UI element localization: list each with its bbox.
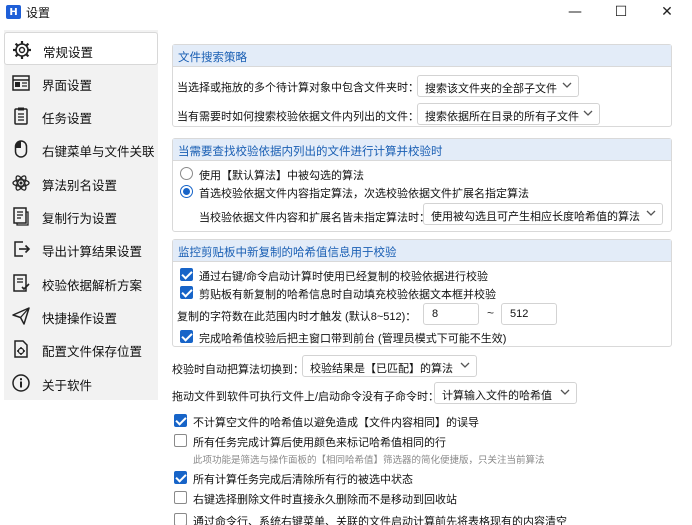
sidebar-item-interface[interactable]: 界面设置 xyxy=(4,66,158,99)
drag-action-select[interactable]: 计算输入文件的哈希值 xyxy=(434,382,577,404)
atom-icon xyxy=(10,172,32,194)
basis-algo-label: 首选校验依据文件内容指定算法，次选校验依据文件扩展名指定算法 xyxy=(199,188,529,200)
paper-plane-icon xyxy=(10,305,32,327)
copy-document-icon xyxy=(10,205,32,227)
skip-empty-files-label: 不计算空文件的哈希值以避免造成【文件内容相同】的误导 xyxy=(193,417,479,429)
chevron-down-icon xyxy=(646,210,656,216)
sidebar-item-label: 导出计算结果设置 xyxy=(42,245,143,259)
folder-search-label: 当选择或拖放的多个待计算对象中包含文件夹时： xyxy=(177,82,419,94)
default-algo-label: 使用【默认算法】中被勾选的算法 xyxy=(199,170,364,182)
sidebar-item-label: 关于软件 xyxy=(42,379,93,393)
group-header: 当需要查找校验依据内列出的文件进行计算并校验时 xyxy=(173,139,671,161)
sidebar-item-shortcuts[interactable]: 快捷操作设置 xyxy=(4,299,158,332)
auto-switch-select[interactable]: 校验结果是【已匹配】的算法 xyxy=(302,355,477,377)
sidebar-item-label: 常规设置 xyxy=(43,46,94,60)
basis-file-search-select[interactable]: 搜索依据所在目录的所有子文件 xyxy=(417,103,600,125)
auto-switch-value: 校验结果是【已匹配】的算法 xyxy=(310,363,453,375)
sidebar-item-label: 复制行为设置 xyxy=(42,212,118,226)
basis-file-search-label: 当有需要时如何搜索校验依据文件内列出的文件： xyxy=(177,111,419,123)
basis-file-search-value: 搜索依据所在目录的所有子文件 xyxy=(425,111,579,123)
auto-fill-basis-checkbox[interactable] xyxy=(180,286,193,299)
use-copied-basis-checkbox[interactable] xyxy=(180,268,193,281)
title-bar: H 设置 — ☐ ✕ xyxy=(0,0,692,24)
algorithm-check-group: 当需要查找校验依据内列出的文件进行计算并校验时 使用【默认算法】中被勾选的算法 … xyxy=(172,138,672,232)
sidebar-item-label: 右键菜单与文件关联 xyxy=(42,145,155,159)
chevron-down-icon xyxy=(460,362,470,368)
sidebar-item-label: 校验依据解析方案 xyxy=(42,279,143,293)
sidebar-item-general[interactable]: 常规设置 xyxy=(4,32,158,65)
auto-fill-basis-label: 剪贴板有新复制的哈希信息时自动填充校验依据文本框并校验 xyxy=(199,289,496,301)
sidebar-item-algo-alias[interactable]: 算法别名设置 xyxy=(4,166,158,199)
bring-to-front-checkbox[interactable] xyxy=(180,330,193,343)
sidebar-item-config-location[interactable]: 配置文件保存位置 xyxy=(4,332,158,365)
sidebar-item-context-menu[interactable]: 右键菜单与文件关联 xyxy=(4,132,158,165)
info-icon xyxy=(10,372,32,394)
drag-action-label: 拖动文件到软件可执行文件上/启动命令没有子命令时： xyxy=(172,391,440,403)
permanent-delete-label: 右键选择删除文件时直接永久删除而不是移动到回收站 xyxy=(193,494,457,506)
file-search-group: 文件搜索策略 当选择或拖放的多个待计算对象中包含文件夹时： 搜索该文件夹的全部子… xyxy=(172,44,672,127)
fallback-algo-select[interactable]: 使用被勾选且可产生相应长度哈希值的算法 xyxy=(423,203,663,225)
clear-selection-checkbox[interactable] xyxy=(174,471,187,484)
color-same-hash-label: 所有任务完成计算后使用颜色来标记哈希值相同的行 xyxy=(193,437,446,449)
chevron-down-icon xyxy=(562,82,572,88)
export-icon xyxy=(10,238,32,260)
use-copied-basis-label: 通过右键/命令启动计算时使用已经复制的校验依据进行校验 xyxy=(199,271,489,283)
skip-empty-files-checkbox[interactable] xyxy=(174,414,187,427)
sidebar-item-copy-behavior[interactable]: 复制行为设置 xyxy=(4,199,158,232)
clear-table-checkbox[interactable] xyxy=(174,513,187,525)
gear-icon xyxy=(11,39,33,61)
sidebar-item-label: 界面设置 xyxy=(42,79,93,93)
color-same-hash-checkbox[interactable] xyxy=(174,434,187,447)
bring-to-front-label: 完成哈希值校验后把主窗口带到前台 (管理员模式下可能不生效) xyxy=(199,333,507,345)
default-algo-radio[interactable] xyxy=(180,167,193,180)
sidebar-item-tasks[interactable]: 任务设置 xyxy=(4,99,158,132)
range-max-input[interactable]: 512 xyxy=(501,303,557,325)
clipboard-icon xyxy=(10,105,32,127)
folder-search-select[interactable]: 搜索该文件夹的全部子文件 xyxy=(417,75,579,97)
app-logo-icon: H xyxy=(6,5,21,19)
basis-algo-radio[interactable] xyxy=(180,185,193,198)
range-min-input[interactable]: 8 xyxy=(423,303,479,325)
color-same-hash-hint: 此项功能是筛选与操作面板的【相同哈希值】筛选器的简化便捷版，只关注当前算法 xyxy=(193,455,545,466)
folder-search-value: 搜索该文件夹的全部子文件 xyxy=(425,83,557,95)
clear-table-label: 通过命令行、系统右键菜单、关联的文件启动计算前先将表格现有的内容清空 xyxy=(193,516,567,525)
window-title: 设置 xyxy=(26,6,51,20)
mouse-icon xyxy=(10,138,32,160)
settings-file-icon xyxy=(10,338,32,360)
range-separator: ~ xyxy=(487,306,495,320)
sidebar-item-label: 快捷操作设置 xyxy=(42,312,118,326)
minimize-button[interactable]: — xyxy=(552,0,598,24)
group-header: 监控剪贴板中新复制的哈希值信息用于校验 xyxy=(173,240,671,262)
sidebar-item-label: 配置文件保存位置 xyxy=(42,345,143,359)
permanent-delete-checkbox[interactable] xyxy=(174,491,187,504)
group-header: 文件搜索策略 xyxy=(173,45,671,67)
sidebar-item-about[interactable]: 关于软件 xyxy=(4,366,158,399)
sidebar: 常规设置 界面设置 任务设置 右键菜单与文件关联 算法别名设置 复制行为设置 导… xyxy=(4,30,158,400)
fallback-algo-label: 当校验依据文件内容和扩展名皆未指定算法时： xyxy=(199,212,430,224)
char-range-label: 复制的字符数在此范围内时才触发 (默认8~512)： xyxy=(177,311,417,323)
clipboard-monitor-group: 监控剪贴板中新复制的哈希值信息用于校验 通过右键/命令启动计算时使用已经复制的校… xyxy=(172,239,672,347)
sidebar-item-basis-parsing[interactable]: 校验依据解析方案 xyxy=(4,266,158,299)
clear-selection-label: 所有计算任务完成后清除所有行的被选中状态 xyxy=(193,474,413,486)
window-icon xyxy=(10,72,32,94)
settings-content: 文件搜索策略 当选择或拖放的多个待计算对象中包含文件夹时： 搜索该文件夹的全部子… xyxy=(168,40,682,525)
sidebar-item-label: 算法别名设置 xyxy=(42,179,118,193)
sidebar-item-export[interactable]: 导出计算结果设置 xyxy=(4,232,158,265)
drag-action-value: 计算输入文件的哈希值 xyxy=(442,390,552,402)
sidebar-item-label: 任务设置 xyxy=(42,112,93,126)
checklist-icon xyxy=(10,272,32,294)
chevron-down-icon xyxy=(560,389,570,395)
chevron-down-icon xyxy=(583,110,593,116)
fallback-algo-value: 使用被勾选且可产生相应长度哈希值的算法 xyxy=(431,211,640,223)
maximize-button[interactable]: ☐ xyxy=(598,0,644,24)
close-button[interactable]: ✕ xyxy=(644,0,690,24)
auto-switch-label: 校验时自动把算法切换到： xyxy=(172,364,304,376)
